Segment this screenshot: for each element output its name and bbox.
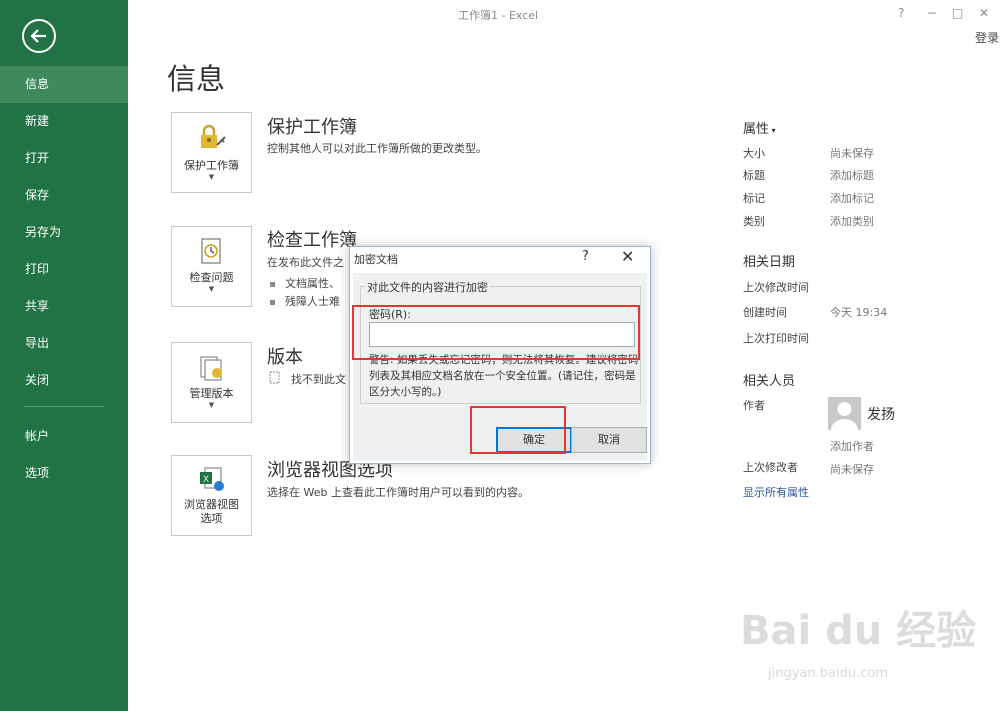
excel-globe-icon: X (199, 467, 224, 491)
sidebar-item-close[interactable]: 关闭 (0, 362, 128, 399)
dropdown-caret-icon: ▼ (208, 173, 215, 181)
baidu-watermark: Bai du 经验 (740, 608, 977, 654)
inspect-bullet: 残障人士难 (270, 293, 340, 309)
group-label: 对此文件的内容进行加密 (365, 279, 490, 295)
protect-workbook-button[interactable]: 保护工作簿 ▼ (171, 112, 252, 193)
section-desc-inspect: 在发布此文件之 (267, 256, 344, 269)
manage-versions-button[interactable]: 管理版本 ▼ (171, 342, 252, 423)
dialog-title: 加密文档 (354, 253, 398, 266)
related-people-header: 相关人员 (743, 374, 796, 389)
date-key: 上次打印时间 (743, 332, 809, 345)
tile-label: 选项 (200, 512, 223, 525)
section-desc-protect: 控制其他人可以对此工作簿所做的更改类型。 (267, 142, 487, 155)
check-issues-button[interactable]: 检查问题 ▼ (171, 226, 252, 307)
property-key: 类别 (743, 215, 765, 228)
sidebar-item-save-as[interactable]: 另存为 (0, 214, 128, 251)
tile-label: 保护工作簿 (184, 159, 239, 172)
sidebar-item-save[interactable]: 保存 (0, 177, 128, 214)
date-key: 上次修改时间 (743, 281, 809, 294)
date-key: 创建时间 (743, 306, 787, 319)
last-modified-by-value: 尚未保存 (830, 463, 874, 476)
arrow-left-icon (30, 29, 46, 43)
dialog-close-button[interactable]: ✕ (621, 247, 634, 266)
sidebar-item-options[interactable]: 选项 (0, 455, 128, 492)
chevron-down-icon: ▾ (769, 126, 776, 135)
lock-key-icon (200, 124, 226, 148)
section-desc-browser-view: 选择在 Web 上查看此工作簿时用户可以看到的内容。 (267, 486, 529, 499)
add-author-link[interactable]: 添加作者 (830, 438, 874, 454)
back-button[interactable] (22, 19, 56, 53)
sidebar-item-new[interactable]: 新建 (0, 103, 128, 140)
avatar (828, 397, 861, 430)
backstage-sidebar: 信息 新建 打开 保存 另存为 打印 共享 导出 关闭 帐户 选项 (0, 0, 128, 711)
tile-label: 管理版本 (189, 387, 234, 400)
property-value-title[interactable]: 添加标题 (830, 167, 874, 183)
close-window-button[interactable]: ✕ (979, 6, 989, 20)
property-key: 标题 (743, 169, 765, 182)
versions-icon (199, 356, 222, 381)
sidebar-item-export[interactable]: 导出 (0, 325, 128, 362)
bullet-icon (270, 299, 275, 305)
section-title-inspect: 检查工作簿 (267, 230, 357, 251)
inspect-document-icon (200, 238, 221, 264)
sidebar-nav: 信息 新建 打开 保存 另存为 打印 共享 导出 关闭 帐户 选项 (0, 66, 128, 492)
date-value: 今天 19:34 (830, 306, 888, 319)
related-dates-header: 相关日期 (743, 255, 796, 270)
tile-label: 检查问题 (189, 271, 234, 284)
sidebar-item-info[interactable]: 信息 (0, 66, 128, 103)
sidebar-item-share[interactable]: 共享 (0, 288, 128, 325)
inspect-bullet: 文档属性、 (270, 275, 340, 291)
maximize-button[interactable]: □ (952, 6, 963, 20)
window-title: 工作簿1 - Excel (458, 9, 539, 22)
section-title-versions: 版本 (267, 347, 303, 368)
property-value-tags[interactable]: 添加标记 (830, 190, 874, 206)
person-icon (831, 402, 858, 430)
section-title-protect: 保护工作簿 (267, 117, 357, 138)
cancel-button[interactable]: 取消 (571, 427, 647, 453)
ok-highlight-box (470, 406, 566, 454)
password-highlight-box (352, 305, 640, 360)
sidebar-item-open[interactable]: 打开 (0, 140, 128, 177)
minimize-button[interactable]: − (927, 6, 937, 20)
author-key: 作者 (743, 399, 765, 412)
baidu-watermark-url: jingyan.baidu.com (768, 666, 888, 681)
no-versions-icon (269, 371, 280, 384)
login-link[interactable]: 登录 (975, 29, 999, 46)
svg-text:X: X (203, 474, 209, 484)
property-key: 标记 (743, 192, 765, 205)
properties-header[interactable]: 属性 ▾ (743, 118, 776, 137)
property-value: 尚未保存 (830, 147, 874, 160)
author-name[interactable]: 发扬 (867, 404, 895, 424)
sidebar-divider (24, 406, 104, 407)
property-key: 大小 (743, 147, 765, 160)
help-button[interactable]: ? (898, 6, 904, 20)
page-title: 信息 (167, 62, 226, 96)
bullet-icon (270, 281, 275, 287)
last-modified-by-key: 上次修改者 (743, 461, 798, 474)
dropdown-caret-icon: ▼ (208, 285, 215, 293)
sidebar-item-print[interactable]: 打印 (0, 251, 128, 288)
tile-label: 浏览器视图 (184, 498, 239, 511)
sidebar-item-account[interactable]: 帐户 (0, 418, 128, 455)
property-value-category[interactable]: 添加类别 (830, 213, 874, 229)
browser-view-options-button[interactable]: X 浏览器视图 选项 (171, 455, 252, 536)
dropdown-caret-icon: ▼ (208, 401, 215, 409)
dialog-help-button[interactable]: ? (582, 249, 589, 264)
show-all-properties-link[interactable]: 显示所有属性 (743, 484, 809, 500)
section-desc-versions: 找不到此文 (291, 373, 346, 386)
